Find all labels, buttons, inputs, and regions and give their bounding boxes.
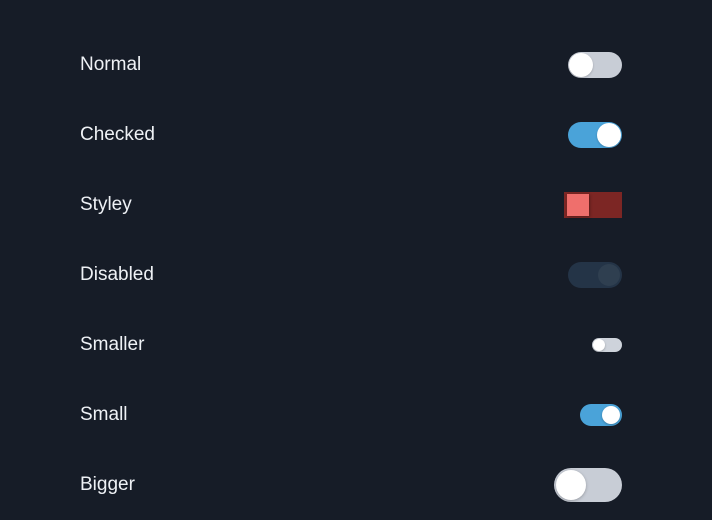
label-styley: Styley xyxy=(80,194,132,216)
toggle-styley[interactable] xyxy=(564,192,622,218)
toggle-small[interactable] xyxy=(580,404,622,426)
toggle-smaller-knob xyxy=(593,339,605,351)
row-bigger: Bigger xyxy=(80,450,622,520)
toggle-smaller[interactable] xyxy=(592,338,622,352)
label-small: Small xyxy=(80,404,128,426)
row-checked: Checked xyxy=(80,100,622,170)
label-normal: Normal xyxy=(80,54,141,76)
row-disabled: Disabled xyxy=(80,240,622,310)
toggle-disabled xyxy=(568,262,622,288)
label-disabled: Disabled xyxy=(80,264,154,286)
toggle-styley-knob xyxy=(567,194,589,216)
toggle-small-knob xyxy=(602,406,620,424)
label-checked: Checked xyxy=(80,124,155,146)
row-small: Small xyxy=(80,380,622,450)
toggle-normal[interactable] xyxy=(568,52,622,78)
toggle-bigger[interactable] xyxy=(554,468,622,502)
label-smaller: Smaller xyxy=(80,334,144,356)
row-smaller: Smaller xyxy=(80,310,622,380)
toggle-bigger-knob xyxy=(556,470,586,500)
toggle-checked-knob xyxy=(597,123,621,147)
row-normal: Normal xyxy=(80,30,622,100)
toggle-disabled-knob xyxy=(598,264,620,286)
toggle-checked[interactable] xyxy=(568,122,622,148)
toggle-normal-knob xyxy=(569,53,593,77)
row-styley: Styley xyxy=(80,170,622,240)
label-bigger: Bigger xyxy=(80,474,135,496)
